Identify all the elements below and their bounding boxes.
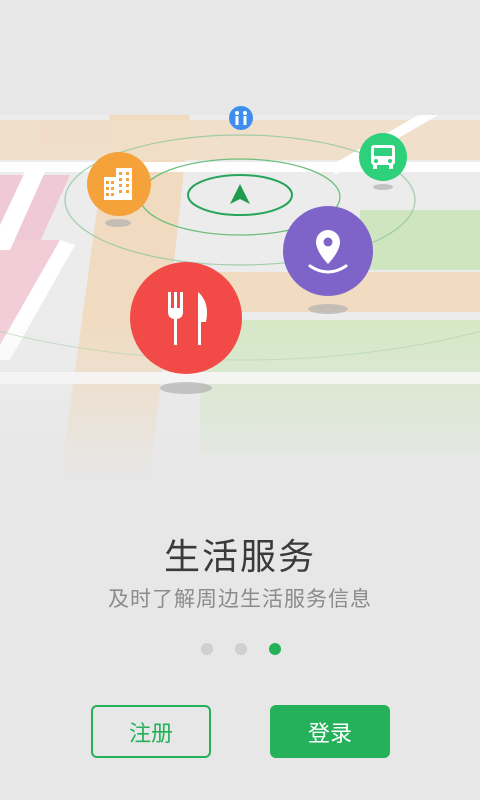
page-indicator	[0, 643, 480, 655]
map-background	[0, 115, 480, 480]
restaurant-icon	[130, 262, 242, 374]
map-illustration	[0, 106, 480, 480]
page-dot-1[interactable]	[201, 643, 213, 655]
register-button[interactable]: 注册	[91, 705, 211, 758]
location-pin-icon	[283, 206, 373, 296]
restroom-icon	[229, 106, 253, 130]
building-icon	[87, 152, 151, 216]
login-button[interactable]: 登录	[270, 705, 390, 758]
page-dot-2[interactable]	[235, 643, 247, 655]
bus-icon	[359, 133, 407, 181]
onboarding-subtitle: 及时了解周边生活服务信息	[108, 587, 372, 611]
onboarding-title: 生活服务	[163, 537, 316, 578]
page-dot-3-active[interactable]	[269, 643, 281, 655]
